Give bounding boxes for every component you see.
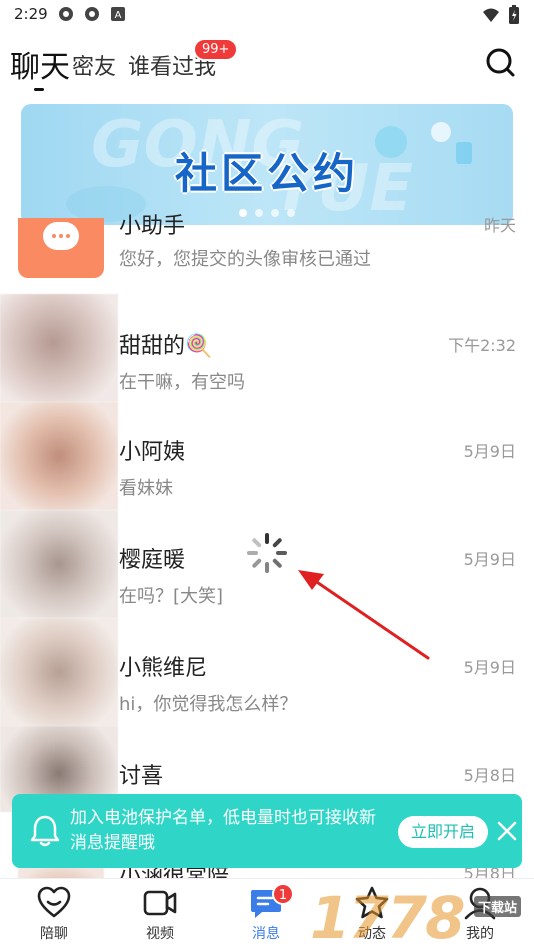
app-notification-icon bbox=[85, 7, 99, 21]
nav-messages[interactable]: 消息 1 bbox=[226, 883, 306, 943]
chat-row[interactable]: 小阿姨 看妹妹 5月9日 bbox=[0, 402, 534, 510]
video-icon bbox=[143, 890, 177, 916]
enable-now-button[interactable]: 立即开启 bbox=[398, 816, 488, 848]
nav-label: 视频 bbox=[146, 926, 174, 942]
annotation-arrow-icon bbox=[298, 570, 430, 660]
avatar bbox=[0, 510, 118, 618]
site-watermark: 1778 bbox=[310, 884, 465, 950]
chat-preview: 在干嘛，有空吗 bbox=[119, 372, 245, 393]
status-time: 2:29 bbox=[14, 5, 48, 23]
battery-icon bbox=[509, 5, 519, 24]
pagination-dot[interactable] bbox=[271, 209, 279, 217]
app-notification-icon bbox=[59, 7, 73, 21]
chat-date: 昨天 bbox=[483, 216, 516, 235]
chat-name: 讨喜 bbox=[119, 764, 164, 789]
tab-active-indicator bbox=[34, 88, 44, 91]
chat-name: 小助手 bbox=[119, 214, 186, 239]
banner-title: 社区公约 bbox=[174, 149, 359, 198]
nav-label: 消息 bbox=[252, 926, 280, 942]
chat-date: 5月8日 bbox=[463, 766, 516, 785]
search-icon[interactable] bbox=[484, 46, 516, 78]
chat-preview: 您好，您提交的头像审核已通过 bbox=[119, 249, 371, 270]
status-bar: 2:29 A bbox=[0, 0, 534, 30]
top-header: 聊天 密友 谁看过我 99+ bbox=[0, 30, 534, 96]
visitors-badge: 99+ bbox=[193, 38, 239, 61]
avatar bbox=[0, 294, 118, 402]
svg-text:A: A bbox=[115, 10, 122, 21]
notice-text: 加入电池保护名单，低电量时也可接收新消息提醒哦 bbox=[70, 808, 376, 853]
tab-close-friends[interactable]: 密友 bbox=[72, 49, 116, 81]
pagination-dot[interactable] bbox=[287, 209, 295, 217]
nav-accompany[interactable]: 陪聊 bbox=[14, 885, 94, 943]
chat-preview: 看妹妹 bbox=[119, 478, 173, 499]
avatar bbox=[0, 402, 118, 510]
chat-row[interactable]: 小熊维尼 hi，你觉得我怎么样？ 5月9日 bbox=[0, 618, 534, 726]
assistant-avatar bbox=[18, 218, 104, 278]
close-icon[interactable] bbox=[496, 820, 518, 842]
chat-bubble-icon bbox=[43, 222, 79, 250]
chat-name: 小熊维尼 bbox=[119, 656, 208, 681]
chat-name: 小阿姨 bbox=[119, 440, 186, 465]
banner-pagination bbox=[21, 209, 513, 217]
chat-name: 樱庭暖 bbox=[119, 548, 186, 573]
wifi-icon bbox=[483, 8, 499, 22]
tab-chat[interactable]: 聊天 bbox=[10, 42, 70, 86]
community-rules-banner[interactable]: GONG YUE 社区公约 bbox=[21, 104, 513, 225]
bell-icon bbox=[30, 815, 60, 847]
chat-date: 5月9日 bbox=[463, 658, 516, 677]
loading-spinner-icon bbox=[247, 533, 287, 573]
chat-row[interactable]: 甜甜的🍭 在干嘛，有空吗 下午2:32 bbox=[0, 294, 534, 402]
avatar bbox=[0, 618, 118, 726]
site-watermark-label: 下载站 bbox=[474, 896, 522, 917]
battery-protection-notice: 加入电池保护名单，低电量时也可接收新消息提醒哦 立即开启 bbox=[12, 794, 522, 868]
chat-name: 甜甜的🍭 bbox=[119, 334, 213, 359]
pagination-dot[interactable] bbox=[255, 209, 263, 217]
messages-badge: 1 bbox=[272, 883, 294, 905]
chat-date: 下午2:32 bbox=[448, 336, 516, 355]
pagination-dot[interactable] bbox=[239, 209, 247, 217]
chat-preview: hi，你觉得我怎么样？ bbox=[119, 694, 298, 715]
chat-preview: 在吗？[大笑] bbox=[119, 586, 224, 607]
chat-date: 5月9日 bbox=[463, 550, 516, 569]
app-a-icon: A bbox=[111, 7, 125, 21]
chat-row-assistant[interactable]: 小助手 您好，您提交的头像审核已通过 昨天 bbox=[0, 214, 534, 290]
heart-icon bbox=[37, 886, 71, 918]
nav-label: 陪聊 bbox=[40, 926, 68, 942]
nav-video[interactable]: 视频 bbox=[120, 885, 200, 943]
chat-date: 5月9日 bbox=[463, 442, 516, 461]
